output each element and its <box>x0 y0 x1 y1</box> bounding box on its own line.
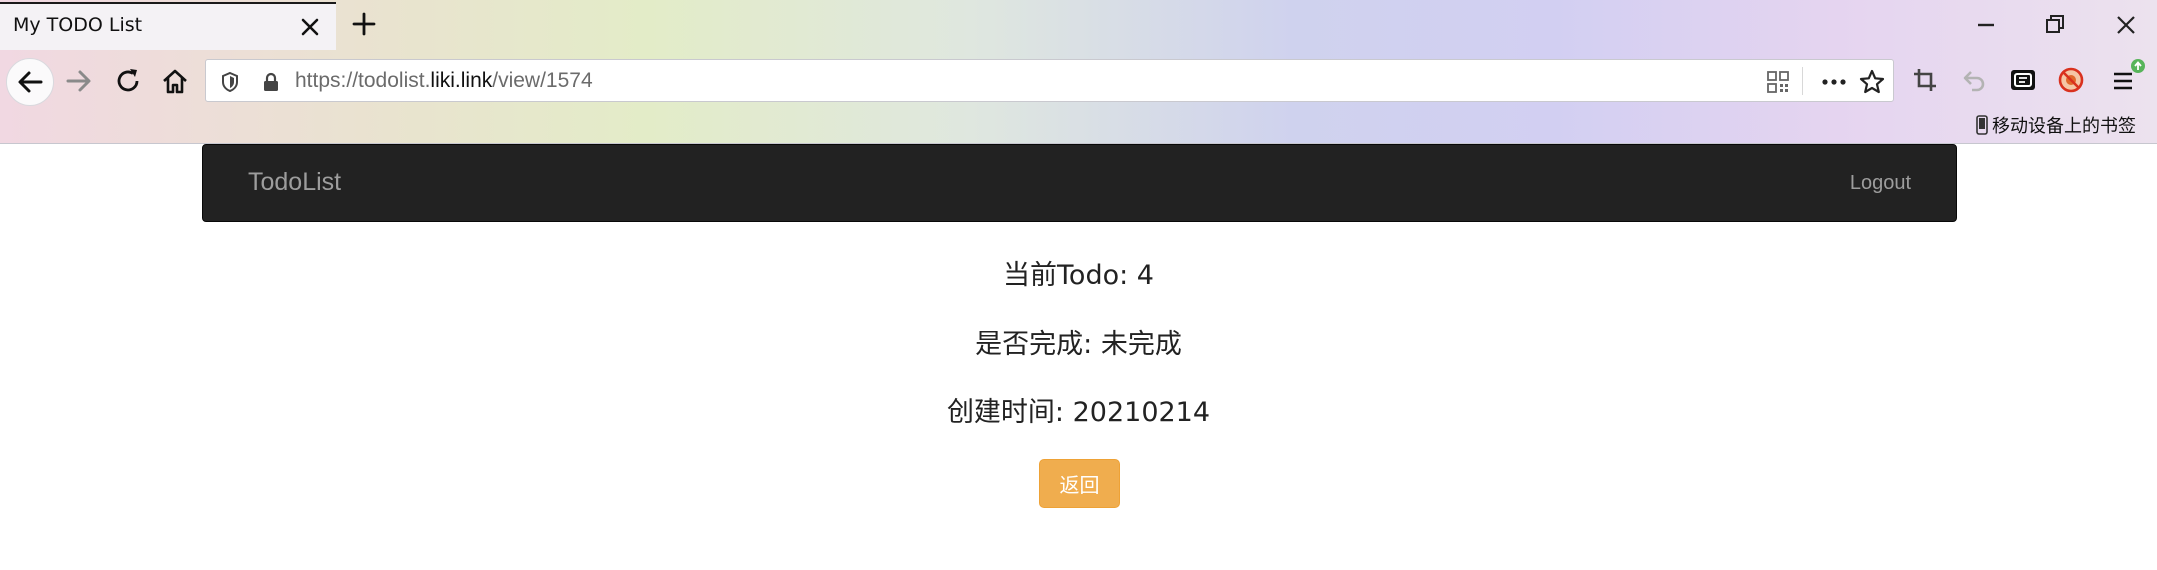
qr-code-icon[interactable] <box>1766 70 1790 94</box>
url-host: liki.link <box>430 69 493 92</box>
logout-link[interactable]: Logout <box>1850 172 1911 195</box>
reload-icon <box>117 69 139 92</box>
shield-icon[interactable] <box>220 71 240 93</box>
close-window-icon[interactable] <box>2111 10 2141 40</box>
back-button-page[interactable]: 返回 <box>1039 459 1120 508</box>
undo-icon[interactable] <box>1960 66 1988 94</box>
forward-button[interactable] <box>57 59 101 103</box>
mobile-bookmarks[interactable]: 移动设备上的书签 <box>1976 112 2136 138</box>
home-icon <box>163 69 187 94</box>
lock-icon[interactable] <box>261 71 281 93</box>
screenshot-crop-icon[interactable] <box>1911 66 1939 94</box>
reader-extension-icon[interactable] <box>2008 65 2038 95</box>
mobile-device-icon <box>1976 115 1988 135</box>
navbar: TodoList Logout <box>202 144 1957 222</box>
arrow-right-icon <box>66 70 91 92</box>
tab-title: My TODO List <box>13 14 143 36</box>
navbar-brand[interactable]: TodoList <box>248 168 341 197</box>
back-button[interactable] <box>6 58 54 106</box>
url-text[interactable]: https://todolist.liki.link/view/1574 <box>295 69 593 93</box>
blocker-extension-icon[interactable] <box>2056 65 2086 95</box>
back-button-label: 返回 <box>1059 473 1100 497</box>
current-todo-text: 当前Todo: 4 <box>1003 260 1154 291</box>
created-time-text: 创建时间: 20210214 <box>946 397 1211 428</box>
url-bar[interactable]: https://todolist.liki.link/view/1574 <box>205 59 1894 102</box>
browser-tab[interactable]: My TODO List <box>0 2 336 50</box>
close-tab-icon[interactable] <box>296 13 324 41</box>
minimize-icon[interactable] <box>1971 10 2001 40</box>
browser-chrome: My TODO List https://todolist.liki.link/… <box>0 0 2157 144</box>
new-tab-icon[interactable] <box>348 8 380 40</box>
completion-status-text: 是否完成: 未完成 <box>975 329 1182 360</box>
home-button[interactable] <box>153 59 197 103</box>
more-actions-icon[interactable] <box>1820 70 1848 94</box>
url-path: /view/1574 <box>492 69 593 92</box>
arrow-left-icon <box>18 71 43 93</box>
url-prefix: https://todolist. <box>295 69 431 92</box>
bookmark-star-icon[interactable] <box>1858 68 1886 96</box>
url-bar-divider <box>1802 67 1803 95</box>
app-menu-icon[interactable] <box>2110 58 2146 96</box>
restore-icon[interactable] <box>2040 10 2070 40</box>
mobile-bookmarks-label: 移动设备上的书签 <box>1992 116 2136 137</box>
reload-button[interactable] <box>106 59 150 103</box>
